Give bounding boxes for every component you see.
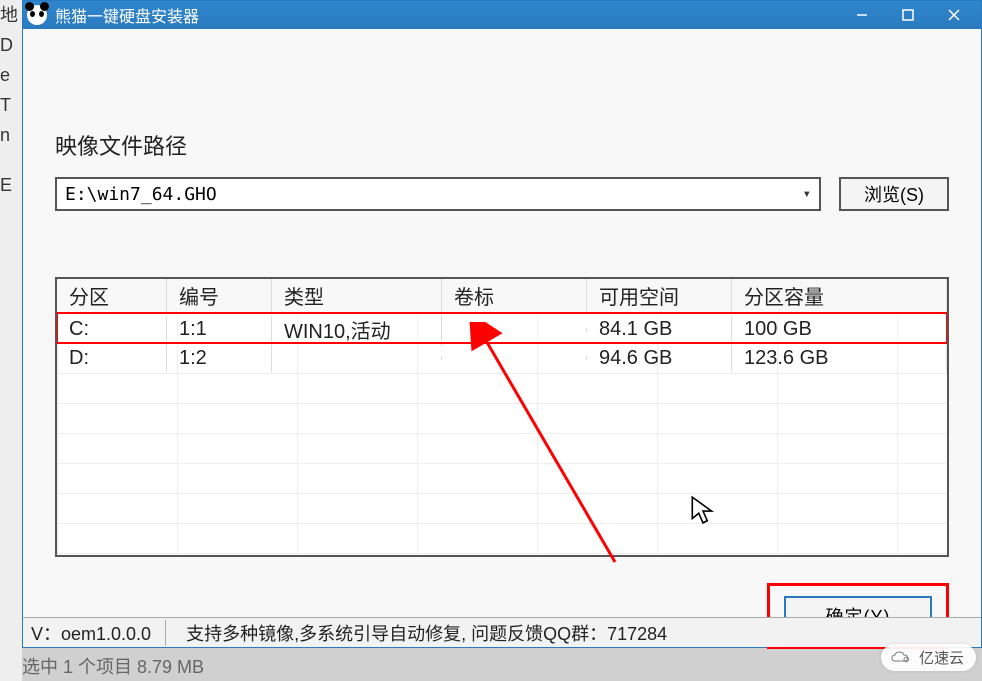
- watermark: 亿速云: [881, 644, 976, 671]
- table-row[interactable]: C: 1:1 WIN10,活动 84.1 GB 100 GB: [57, 313, 947, 343]
- version-text: V：oem1.0.0.0: [31, 620, 166, 646]
- image-path-label: 映像文件路径: [55, 129, 949, 161]
- titlebar: 熊猫一键硬盘安装器: [23, 1, 981, 29]
- col-free: 可用空间: [587, 279, 732, 312]
- image-path-value: E:\win7_64.GHO: [65, 184, 217, 205]
- chevron-down-icon: ▾: [803, 186, 811, 202]
- installer-window: 熊猫一键硬盘安装器 映像文件路径 E:\win7_64.GHO ▾ 浏览(S) …: [22, 0, 982, 648]
- maximize-button[interactable]: [885, 1, 931, 29]
- app-title: 熊猫一键硬盘安装器: [55, 3, 199, 27]
- background-status: 选中 1 个项目 8.79 MB: [22, 653, 204, 679]
- image-path-dropdown[interactable]: E:\win7_64.GHO ▾: [55, 177, 821, 211]
- browse-button[interactable]: 浏览(S): [839, 177, 949, 211]
- col-capacity: 分区容量: [732, 279, 947, 312]
- table-row[interactable]: D: 1:2 94.6 GB 123.6 GB: [57, 343, 947, 373]
- status-note: 支持多种镜像,多系统引导自动修复, 问题反馈QQ群：717284: [186, 620, 667, 646]
- background-window-edge: 地 D e T n E: [0, 0, 22, 681]
- watermark-text: 亿速云: [919, 647, 964, 668]
- col-partition: 分区: [57, 279, 167, 312]
- col-type: 类型: [272, 279, 442, 312]
- col-label: 卷标: [442, 279, 587, 312]
- table-header: 分区 编号 类型 卷标 可用空间 分区容量: [57, 279, 947, 313]
- panda-icon: [27, 5, 47, 25]
- close-button[interactable]: [931, 1, 977, 29]
- minimize-button[interactable]: [839, 1, 885, 29]
- col-number: 编号: [167, 279, 272, 312]
- statusbar: V：oem1.0.0.0 支持多种镜像,多系统引导自动修复, 问题反馈QQ群：7…: [23, 617, 981, 647]
- partition-table: 分区 编号 类型 卷标 可用空间 分区容量 C: 1:1 WIN10,活动 84…: [55, 277, 949, 557]
